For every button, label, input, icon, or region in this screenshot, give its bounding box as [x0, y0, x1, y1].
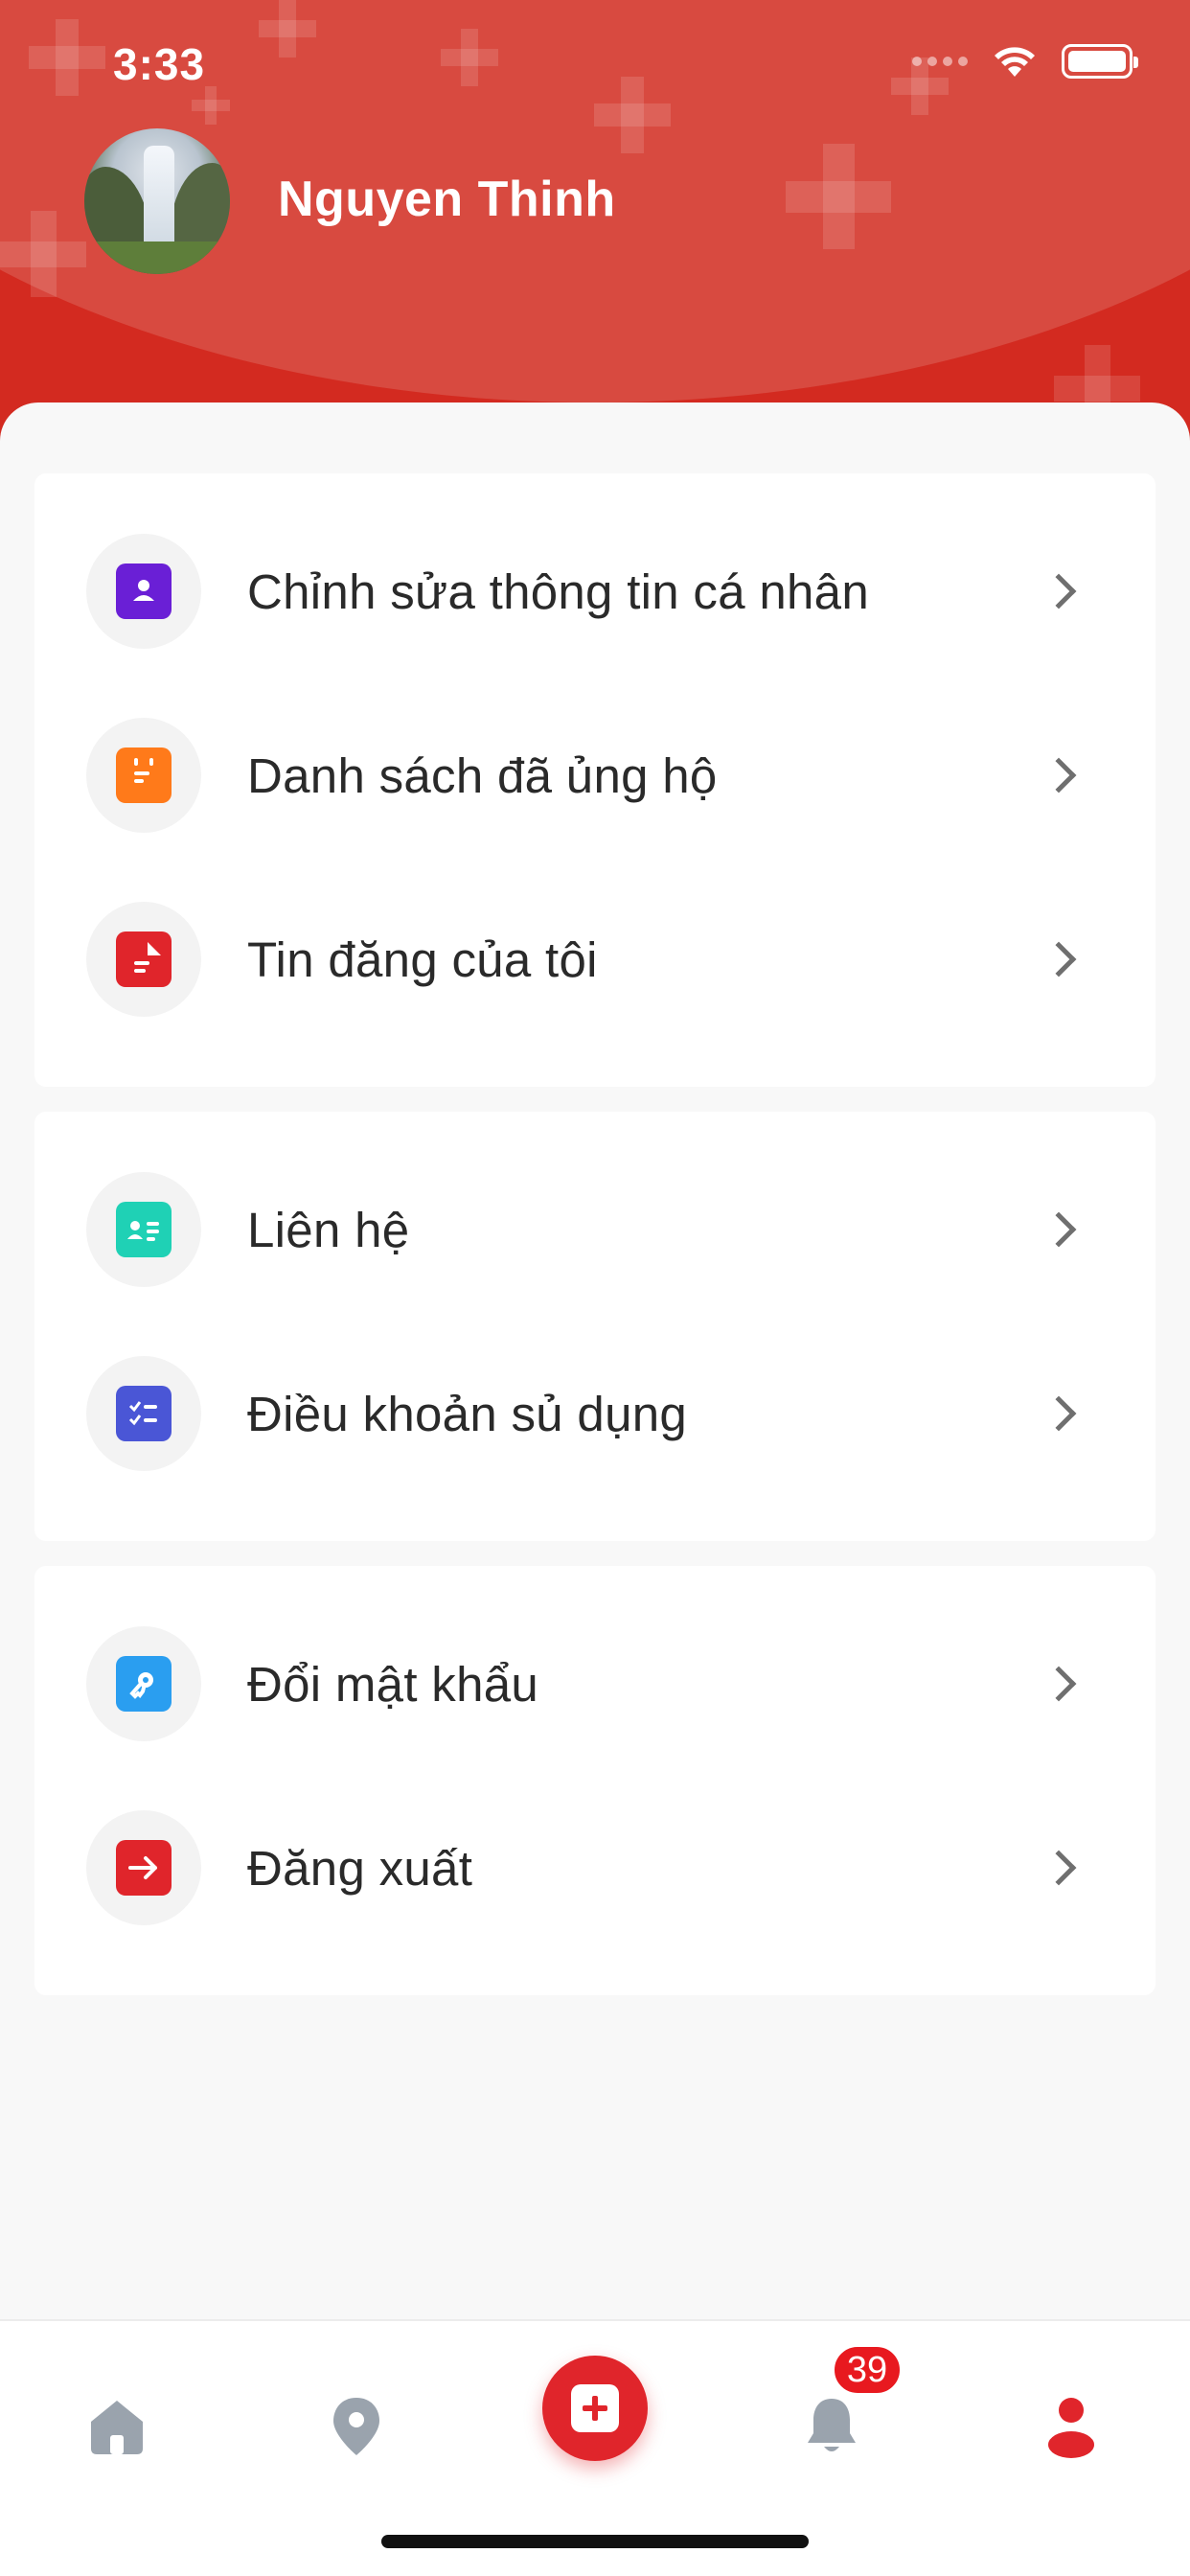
tab-location[interactable] [309, 2379, 404, 2474]
home-indicator [381, 2535, 809, 2548]
logout-icon [116, 1840, 172, 1896]
checklist-icon [116, 1386, 172, 1441]
menu-card-security: Đổi mật khẩu Đăng xuất [34, 1566, 1156, 1995]
menu-item-label: Liên hệ [247, 1202, 410, 1257]
tab-profile[interactable] [1023, 2379, 1119, 2474]
menu-card-info: Liên hệ Điều khoản sủ dụng [34, 1112, 1156, 1541]
key-icon [116, 1656, 172, 1712]
icon-background [86, 1356, 201, 1471]
chevron-right-icon [1041, 757, 1077, 794]
menu-item-change-password[interactable]: Đổi mật khẩu [34, 1612, 1156, 1756]
chevron-right-icon [1041, 1395, 1077, 1432]
signal-icon [912, 57, 968, 66]
chevron-right-icon [1041, 1666, 1077, 1702]
user-profile-icon [116, 564, 172, 619]
menu-item-label: Tin đăng của tôi [247, 932, 598, 987]
calendar-list-icon [116, 748, 172, 803]
cross-decoration [29, 19, 105, 96]
add-post-icon [571, 2384, 619, 2432]
profile-icon [1048, 2398, 1094, 2458]
home-icon [91, 2401, 143, 2454]
menu-item-donations[interactable]: Danh sách đã ủng hộ [34, 703, 1156, 847]
chevron-right-icon [1041, 1850, 1077, 1886]
menu-item-label: Chỉnh sửa thông tin cá nhân [247, 564, 870, 619]
menu-item-terms[interactable]: Điều khoản sủ dụng [34, 1342, 1156, 1485]
add-post-button[interactable] [542, 2356, 648, 2461]
chevron-right-icon [1041, 1211, 1077, 1248]
cross-decoration [192, 86, 230, 125]
user-name: Nguyen Thinh [278, 172, 616, 227]
cross-decoration [594, 77, 671, 153]
menu-item-label: Đăng xuất [247, 1840, 473, 1896]
cross-decoration [786, 144, 891, 249]
icon-background [86, 902, 201, 1017]
menu-item-logout[interactable]: Đăng xuất [34, 1796, 1156, 1940]
cross-decoration [441, 29, 498, 86]
icon-background [86, 1626, 201, 1741]
contact-card-icon [116, 1202, 172, 1257]
icon-background [86, 718, 201, 833]
cross-decoration [259, 0, 316, 58]
status-time: 3:33 [113, 39, 206, 89]
menu-item-my-posts[interactable]: Tin đăng của tôi [34, 887, 1156, 1031]
menu-item-label: Điều khoản sủ dụng [247, 1386, 688, 1441]
notification-badge: 39 [832, 2344, 903, 2396]
document-icon [116, 932, 172, 987]
location-pin-icon [333, 2398, 379, 2455]
icon-background [86, 534, 201, 649]
icon-background [86, 1172, 201, 1287]
chevron-right-icon [1041, 573, 1077, 610]
menu-item-label: Danh sách đã ủng hộ [247, 748, 718, 803]
avatar[interactable] [84, 128, 230, 274]
battery-icon [1062, 44, 1138, 79]
chevron-right-icon [1041, 941, 1077, 978]
menu-content: Chỉnh sửa thông tin cá nhân Danh sách đã… [0, 402, 1190, 2319]
menu-item-edit-profile[interactable]: Chỉnh sửa thông tin cá nhân [34, 519, 1156, 663]
menu-item-label: Đổi mật khẩu [247, 1656, 539, 1712]
tab-home[interactable] [69, 2379, 165, 2474]
menu-item-contact[interactable]: Liên hệ [34, 1158, 1156, 1301]
profile-header: 3:33 Nguyen Thinh [0, 0, 1190, 450]
bell-icon [808, 2399, 856, 2451]
icon-background [86, 1810, 201, 1925]
menu-card-account: Chỉnh sửa thông tin cá nhân Danh sách đã… [34, 473, 1156, 1087]
wifi-icon [995, 47, 1035, 77]
cross-decoration [0, 211, 86, 297]
status-icons [912, 44, 1138, 79]
